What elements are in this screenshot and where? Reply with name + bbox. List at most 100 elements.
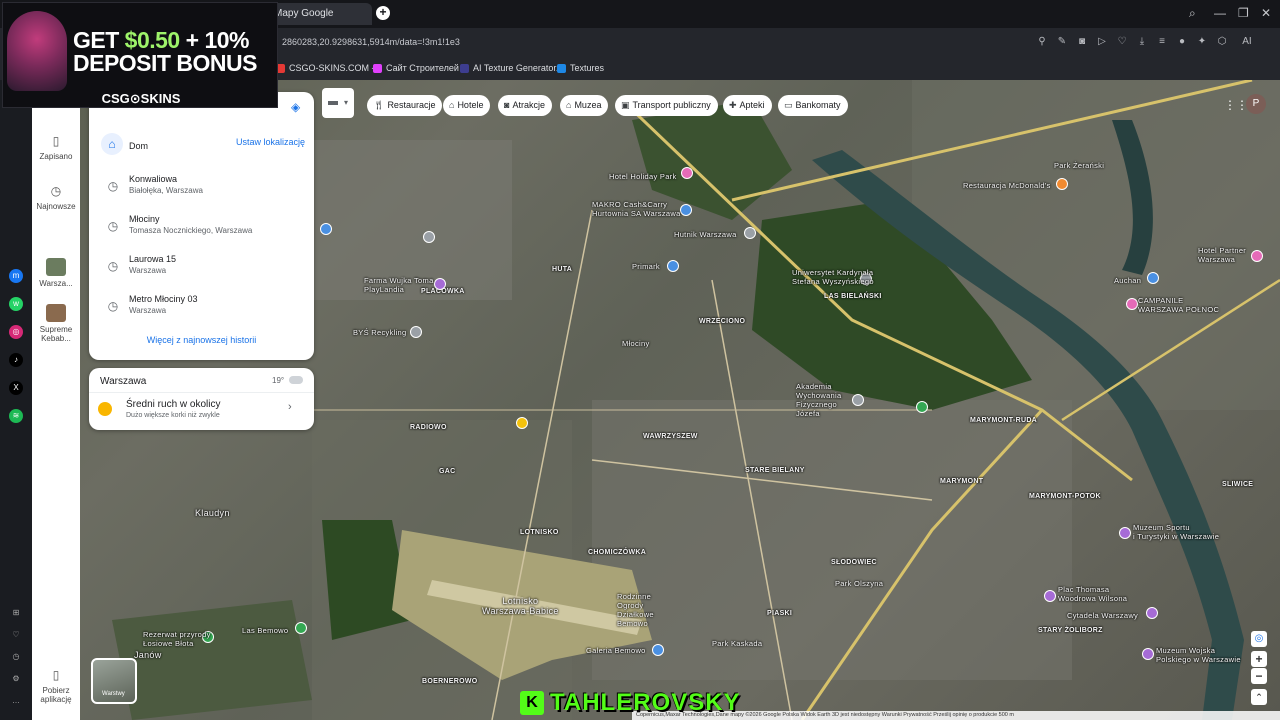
chip-attractions[interactable]: ◙ Atrakcje (498, 95, 552, 116)
bookmark-textures[interactable]: Textures (557, 63, 604, 73)
bookmark-ai-texture[interactable]: AI Texture Generator... (460, 63, 563, 73)
edit-icon[interactable]: ✎ (1056, 36, 1068, 48)
heart-icon[interactable]: ♡ (1116, 36, 1128, 48)
poi-hutnik[interactable]: Hutnik Warszawa (674, 230, 737, 239)
park-pin-icon[interactable] (916, 401, 928, 413)
directions-icon[interactable]: ◈ (291, 100, 300, 114)
poi-uksw[interactable]: Uniwersytet Kardynała Stefana Wyszyńskie… (792, 268, 874, 286)
transit-pin-icon[interactable] (516, 417, 528, 429)
poi-las-bemowo[interactable]: Las Bemowo (242, 626, 288, 635)
rail-recent[interactable]: ◷ Najnowsze (32, 184, 80, 211)
poi-auchan[interactable]: Auchan (1114, 276, 1141, 285)
poi-park-olszyna[interactable]: Park Olszyna (835, 579, 883, 588)
history-icon[interactable]: ◷ (9, 650, 23, 664)
hotel-pin-icon[interactable] (1251, 250, 1263, 262)
poi-akademia[interactable]: Akademia Wychowania Fizycznego Józefa (796, 382, 841, 418)
traffic-status[interactable]: Średni ruch w okolicy (126, 399, 220, 410)
url-field[interactable]: 2860283,20.9298631,5914m/data=!3m1!1e3 (282, 37, 460, 47)
poi-makro[interactable]: MAKRO Cash&Carry Hurtownia SA Warszawa (592, 200, 681, 218)
more-icon[interactable]: … (9, 694, 23, 708)
chip-restaurants[interactable]: 🍴︎ Restauracje (367, 95, 443, 116)
layers-button[interactable]: Warstwy (91, 658, 137, 704)
tab-mapy-google[interactable]: Mapy Google (262, 3, 372, 25)
cube-icon[interactable]: ⬡ (1216, 36, 1228, 48)
account-avatar[interactable]: P (1246, 94, 1266, 114)
chevron-right-icon[interactable]: › (288, 401, 292, 413)
poi-park-kaskada[interactable]: Park Kaskada (712, 639, 762, 648)
apps-icon[interactable]: ⊞ (9, 606, 23, 620)
instagram-icon[interactable]: ◎ (9, 325, 23, 339)
poi-primark[interactable]: Primark (632, 262, 660, 271)
poi-hotel-partner[interactable]: Hotel Partner Warszawa (1198, 246, 1246, 264)
play-icon[interactable]: ▷ (1096, 36, 1108, 48)
shop-pin-icon[interactable] (667, 260, 679, 272)
park-pin-icon[interactable] (295, 622, 307, 634)
more-history-link[interactable]: Więcej z najnowszej historii (89, 335, 314, 345)
history-item[interactable]: ◷ Młociny Tomasza Nocznickiego, Warszawa (101, 214, 305, 240)
poi-cytadela[interactable]: Cytadela Warszawy (1067, 611, 1138, 620)
camera-icon[interactable]: ◙ (1076, 36, 1088, 48)
history-item[interactable]: ◷ Metro Młociny 03 Warszawa (101, 294, 305, 320)
layer-toggle-button[interactable]: ▾ (322, 88, 354, 118)
chip-pharmacies[interactable]: ✚ Apteki (723, 95, 772, 116)
poi-muzeum-sportu[interactable]: Muzeum Sportu i Turystyki w Warszawie (1133, 523, 1219, 541)
hotel-pin-icon[interactable] (1126, 298, 1138, 310)
favorites-icon[interactable]: ♡ (9, 628, 23, 642)
stadium-pin-icon[interactable] (744, 227, 756, 239)
museum-pin-icon[interactable] (1119, 527, 1131, 539)
poi-mlociny[interactable]: Młociny (622, 339, 650, 348)
menu-icon[interactable]: ≡ (1156, 36, 1168, 48)
profile-icon[interactable]: ● (1176, 36, 1188, 48)
maximize-icon[interactable]: ❐ (1238, 6, 1249, 20)
download-icon[interactable]: ⤓ (1136, 36, 1148, 48)
university-pin-icon[interactable] (852, 394, 864, 406)
rail-recent-place-2[interactable]: Supreme Kebab... (32, 304, 80, 343)
history-item[interactable]: ◷ Konwaliowa Białołęka, Warszawa (101, 174, 305, 200)
poi-mcdonalds[interactable]: Restauracja McDonald's (963, 181, 1051, 190)
poi-galeria-bemowo[interactable]: Galeria Bemowo (586, 646, 646, 655)
new-tab-button[interactable]: + (376, 6, 390, 20)
poi-bys[interactable]: BYŚ Recykling (353, 328, 407, 337)
attraction-pin-icon[interactable] (434, 278, 446, 290)
poi-park-zeranski[interactable]: Park Żerański (1054, 161, 1104, 170)
shop-pin-icon[interactable] (1147, 272, 1159, 284)
chip-museums[interactable]: ⌂ Muzea (560, 95, 609, 116)
chip-hotels[interactable]: ⌂ Hotele (443, 95, 491, 116)
bookmark-csgo-skins[interactable]: CSGO-SKINS.COM -... (276, 63, 382, 73)
poi-farma-wujka[interactable]: Farma Wujka Toma PlayLandia (364, 276, 434, 294)
rail-get-app[interactable]: ▯ Pobierz aplikację (32, 668, 80, 704)
x-icon[interactable]: X (9, 381, 23, 395)
ai-icon[interactable]: AI (1236, 36, 1258, 48)
transit-pin-icon[interactable] (320, 223, 332, 235)
chip-public-transport[interactable]: ▣ Transport publiczny (615, 95, 718, 116)
restaurant-pin-icon[interactable] (1056, 178, 1068, 190)
settings-icon[interactable]: ⚙ (9, 672, 23, 686)
poi-rezerwat[interactable]: Rezerwat przyrody Łosiowe Błota (143, 630, 211, 648)
landmark-pin-icon[interactable] (1044, 590, 1056, 602)
museum-pin-icon[interactable] (1146, 607, 1158, 619)
shop-pin-icon[interactable] (652, 644, 664, 656)
tiktok-icon[interactable]: ♪ (9, 353, 23, 367)
museum-pin-icon[interactable] (1142, 648, 1154, 660)
poi-campanile[interactable]: CAMPANILE WARSZAWA POŁNOC (1138, 296, 1219, 314)
history-item-home[interactable]: ⌂ Dom Ustaw lokalizację (101, 133, 305, 157)
zoom-in-button[interactable]: + (1251, 651, 1267, 667)
history-item[interactable]: ◷ Laurowa 15 Warszawa (101, 254, 305, 280)
shop-pin-icon[interactable] (680, 204, 692, 216)
rail-recent-place-1[interactable]: Warsza... (32, 258, 80, 288)
spotify-icon[interactable]: ≋ (9, 409, 23, 423)
collapse-icon[interactable]: ⌃ (1251, 689, 1267, 705)
poi-plac-wilsona[interactable]: Plac Thomasa Woodrowa Wilsona (1058, 585, 1127, 603)
hotel-pin-icon[interactable] (681, 167, 693, 179)
transit-pin-icon[interactable] (423, 231, 435, 243)
messenger-icon[interactable]: m (9, 269, 23, 283)
whatsapp-icon[interactable]: w (9, 297, 23, 311)
zoom-icon[interactable]: ⚲ (1036, 36, 1048, 48)
close-icon[interactable]: ✕ (1261, 6, 1271, 20)
rail-saved[interactable]: ▯ Zapisano (32, 134, 80, 161)
my-location-icon[interactable]: ◎ (1251, 631, 1267, 647)
extension-icon[interactable]: ✦ (1196, 36, 1208, 48)
chip-atms[interactable]: ▭ Bankomaty (778, 95, 848, 116)
set-location-link[interactable]: Ustaw lokalizację (236, 137, 305, 147)
poi-hotel-holiday-park[interactable]: Hotel Holiday Park (609, 172, 677, 181)
